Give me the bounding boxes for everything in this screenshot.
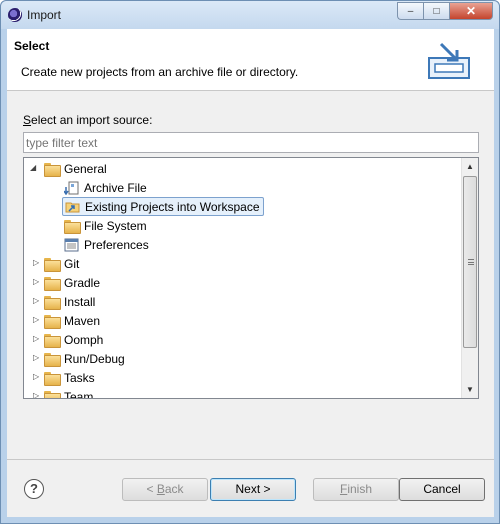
collapsed-arrow-icon[interactable]: ▷ (33, 353, 43, 363)
back-prefix: < (146, 482, 157, 496)
collapsed-arrow-icon[interactable]: ▷ (33, 334, 43, 344)
minimize-button[interactable]: – (397, 2, 423, 20)
wizard-header: Select Create new projects from an archi… (7, 29, 494, 91)
tree-item-archive-file[interactable]: Archive File (64, 178, 147, 197)
tree-item-git[interactable]: ▷ Git (30, 254, 79, 273)
tree-item-label: Oomph (64, 332, 104, 347)
import-source-label: Select an import source: (23, 113, 152, 127)
finish-label: inish (347, 482, 373, 496)
tree-item-label: General (64, 161, 107, 176)
help-button[interactable]: ? (24, 479, 44, 499)
folder-icon (44, 333, 61, 348)
tree-item-install[interactable]: ▷ Install (30, 292, 95, 311)
import-source-tree[interactable]: ◢ General Archive File Existing Projects… (23, 157, 479, 399)
tree-item-run-debug[interactable]: ▷ Run/Debug (30, 349, 125, 368)
collapsed-arrow-icon[interactable]: ▷ (33, 296, 43, 306)
scroll-thumb[interactable] (463, 176, 477, 348)
grip-icon (468, 259, 474, 265)
folder-icon (44, 352, 61, 367)
mnemonic-letter: B (156, 482, 165, 496)
collapsed-arrow-icon[interactable]: ▷ (33, 372, 43, 382)
tree-item-label: Tasks (64, 370, 95, 385)
archive-file-icon (64, 181, 79, 195)
collapsed-arrow-icon[interactable]: ▷ (33, 258, 43, 268)
tree-item-label: Preferences (84, 237, 149, 252)
tree-item-label: File System (84, 218, 147, 233)
tree-item-label: Existing Projects into Workspace (85, 199, 260, 214)
tree-item-label: Archive File (84, 180, 147, 195)
folder-icon (64, 219, 81, 234)
dialog-content: Select Create new projects from an archi… (7, 29, 494, 517)
next-button[interactable]: Next > (210, 478, 296, 501)
expanded-arrow-icon[interactable]: ◢ (30, 163, 40, 173)
window-controls: – □ ✕ (397, 2, 493, 20)
folder-icon (44, 295, 61, 310)
collapsed-arrow-icon[interactable]: ▷ (33, 391, 43, 398)
folder-icon (44, 257, 61, 272)
tree-item-label: Run/Debug (64, 351, 125, 366)
mnemonic-letter: S (23, 113, 32, 127)
tree-item-team[interactable]: ▷ Team (30, 387, 94, 399)
tree-item-file-system[interactable]: File System (64, 216, 147, 235)
tree-item-maven[interactable]: ▷ Maven (30, 311, 100, 330)
page-description: Create new projects from an archive file… (21, 65, 299, 79)
folder-icon (44, 371, 61, 386)
tree-item-preferences[interactable]: Preferences (64, 235, 149, 254)
tree-item-label: Git (64, 256, 80, 271)
tree-item-gradle[interactable]: ▷ Gradle (30, 273, 100, 292)
back-button[interactable]: < Back (122, 478, 208, 501)
import-wizard-icon (428, 42, 470, 79)
cancel-button[interactable]: Cancel (399, 478, 485, 501)
maximize-button[interactable]: □ (423, 2, 449, 20)
tree-item-label: Install (64, 294, 96, 309)
eclipse-icon (8, 8, 22, 22)
preferences-icon (64, 238, 79, 251)
filter-input[interactable] (23, 132, 479, 153)
window-title: Import (27, 8, 62, 22)
label-text: elect an import source: (31, 113, 153, 127)
folder-icon (44, 162, 61, 177)
tree-item-tasks[interactable]: ▷ Tasks (30, 368, 95, 387)
vertical-scrollbar[interactable]: ▲ ▼ (461, 158, 478, 398)
folder-icon (44, 276, 61, 291)
tree-item-label: Gradle (64, 275, 101, 290)
back-label: ack (164, 482, 184, 496)
import-dialog-window: Import – □ ✕ Select Create new projects … (0, 0, 500, 524)
collapsed-arrow-icon[interactable]: ▷ (33, 315, 43, 325)
tree-item-oomph[interactable]: ▷ Oomph (30, 330, 103, 349)
page-title: Select (14, 39, 50, 53)
project-folder-icon (65, 202, 80, 212)
footer-divider (7, 459, 494, 460)
finish-button[interactable]: Finish (313, 478, 399, 501)
scroll-down-arrow-icon[interactable]: ▼ (462, 381, 478, 398)
collapsed-arrow-icon[interactable]: ▷ (33, 277, 43, 287)
title-bar[interactable]: Import – □ ✕ (1, 1, 499, 29)
close-button[interactable]: ✕ (449, 2, 493, 20)
folder-icon (44, 390, 61, 398)
tree-item-label: Team (64, 389, 94, 399)
folder-icon (44, 314, 61, 329)
tree-item-general[interactable]: ◢ General (30, 159, 107, 178)
scroll-up-arrow-icon[interactable]: ▲ (462, 158, 478, 175)
tree-item-existing-projects[interactable]: Existing Projects into Workspace (62, 197, 264, 216)
tree-item-label: Maven (64, 313, 101, 328)
